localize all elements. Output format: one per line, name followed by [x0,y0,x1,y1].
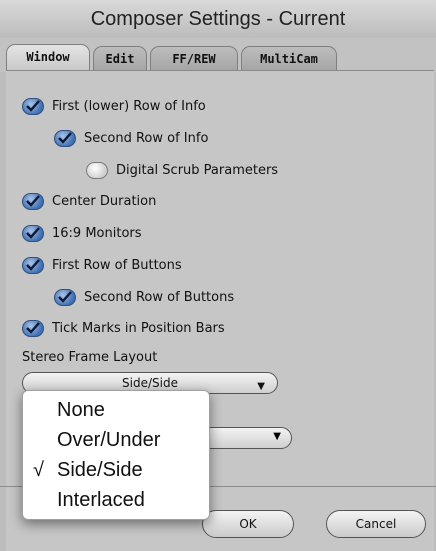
checkbox-label: Center Duration [52,193,157,209]
chevron-down-icon: ▼ [273,431,281,442]
cancel-button[interactable]: Cancel [326,510,426,538]
checkbox-16-9-monitors[interactable]: 16:9 Monitors [22,222,142,244]
checkbox-checked-icon [22,256,44,274]
checkbox-first-lower-row-of-info[interactable]: First (lower) Row of Info [22,95,206,117]
stereo-frame-layout-menu: None Over/Under √ Side/Side Interlaced [22,390,210,520]
checkbox-label: Digital Scrub Parameters [116,162,279,178]
secondary-select[interactable]: ▼ [200,427,292,449]
checkbox-label: Tick Marks in Position Bars [52,320,225,336]
checkbox-center-duration[interactable]: Center Duration [22,190,156,212]
checkbox-checked-icon [22,192,44,210]
tab-window[interactable]: Window [6,44,90,70]
stereo-frame-layout-label: Stereo Frame Layout [22,350,158,365]
checkbox-tick-marks-in-position-bars[interactable]: Tick Marks in Position Bars [22,317,225,339]
checkbox-second-row-of-info[interactable]: Second Row of Info [54,127,208,149]
checkbox-checked-icon [54,288,76,306]
menu-item-none[interactable]: None [23,395,209,425]
checkbox-first-row-of-buttons[interactable]: First Row of Buttons [22,254,182,276]
tab-strip: Window Edit FF/REW MultiCam [0,38,436,72]
checkbox-checked-icon [22,319,44,337]
checkbox-label: First (lower) Row of Info [52,98,206,114]
checkbox-label: Second Row of Info [84,130,209,146]
checkbox-checked-icon [22,97,44,115]
select-value: Side/Side [122,376,178,390]
checkbox-checked-icon [54,129,76,147]
checkbox-digital-scrub-parameters[interactable]: Digital Scrub Parameters [86,159,278,181]
menu-item-over-under[interactable]: Over/Under [23,425,209,455]
checkmark-icon: √ [33,459,44,481]
checkbox-label: Second Row of Buttons [84,289,235,305]
checkbox-second-row-of-buttons[interactable]: Second Row of Buttons [54,286,234,308]
chevron-down-icon: ▼ [257,381,265,392]
menu-item-interlaced[interactable]: Interlaced [23,485,209,515]
ok-button[interactable]: OK [202,510,294,538]
checkbox-unchecked-icon [86,161,108,179]
checkbox-checked-icon [22,224,44,242]
tab-multicam[interactable]: MultiCam [241,46,337,70]
tab-ff-rew[interactable]: FF/REW [150,46,238,70]
window-title: Composer Settings - Current [0,0,436,39]
checkbox-label: 16:9 Monitors [52,225,142,241]
menu-item-side-side[interactable]: √ Side/Side [23,455,209,485]
checkbox-label: First Row of Buttons [52,257,182,273]
tab-edit[interactable]: Edit [93,46,147,70]
